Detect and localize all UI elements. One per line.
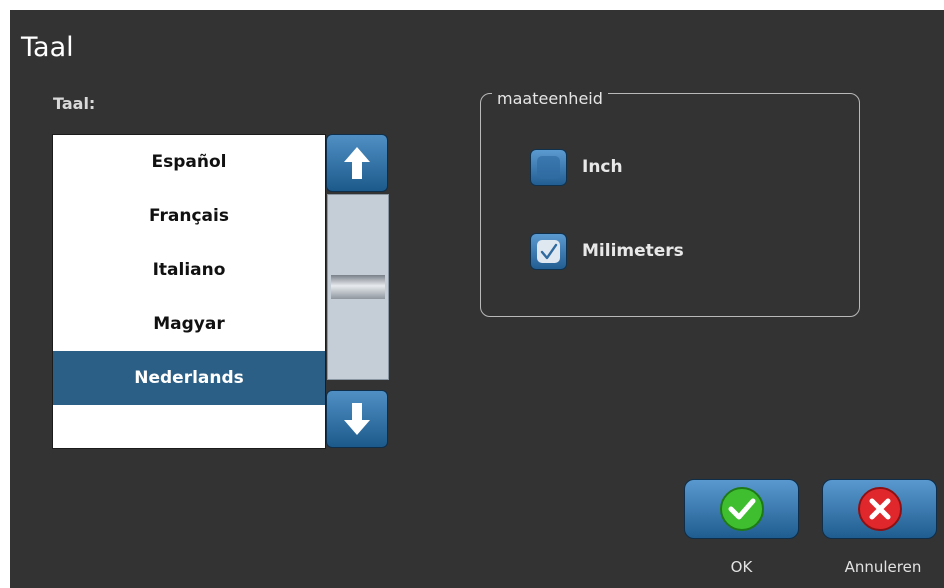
- checkbox-box: [537, 156, 560, 179]
- scroll-track[interactable]: [327, 194, 389, 380]
- list-item-italiano[interactable]: Italiano: [53, 243, 325, 297]
- inch-checkbox[interactable]: [530, 149, 567, 186]
- close-icon: [857, 487, 902, 531]
- checkmark-icon: [540, 243, 557, 259]
- units-legend: maateenheid: [492, 89, 608, 108]
- language-list-label: Taal:: [53, 94, 96, 113]
- language-listbox[interactable]: Español Français Italiano Magyar Nederla…: [52, 134, 326, 449]
- inch-label[interactable]: Inch: [582, 157, 623, 177]
- cancel-button-label[interactable]: Annuleren: [822, 558, 944, 576]
- units-groupbox: [480, 93, 860, 317]
- scroll-down-button[interactable]: [326, 390, 388, 448]
- scroll-up-button[interactable]: [326, 134, 388, 192]
- arrow-down-icon: [344, 403, 370, 435]
- checkmark-icon: [719, 487, 764, 531]
- list-item-francais[interactable]: Français: [53, 189, 325, 243]
- cancel-button[interactable]: [822, 479, 937, 539]
- ok-button-label[interactable]: OK: [684, 558, 799, 576]
- dialog-window: Taal Taal: Español Français Italiano Mag…: [10, 10, 944, 588]
- milimeters-checkbox[interactable]: [530, 233, 567, 270]
- scroll-thumb[interactable]: [331, 275, 385, 299]
- milimeters-label[interactable]: Milimeters: [582, 241, 684, 261]
- list-item-magyar[interactable]: Magyar: [53, 297, 325, 351]
- dialog-title: Taal: [21, 32, 74, 63]
- ok-button[interactable]: [684, 479, 799, 539]
- checkbox-box: [537, 240, 560, 263]
- arrow-up-icon: [344, 147, 370, 179]
- list-item-nederlands[interactable]: Nederlands: [53, 351, 325, 405]
- language-scrollbar[interactable]: [326, 134, 390, 449]
- list-item-espanol[interactable]: Español: [53, 135, 325, 189]
